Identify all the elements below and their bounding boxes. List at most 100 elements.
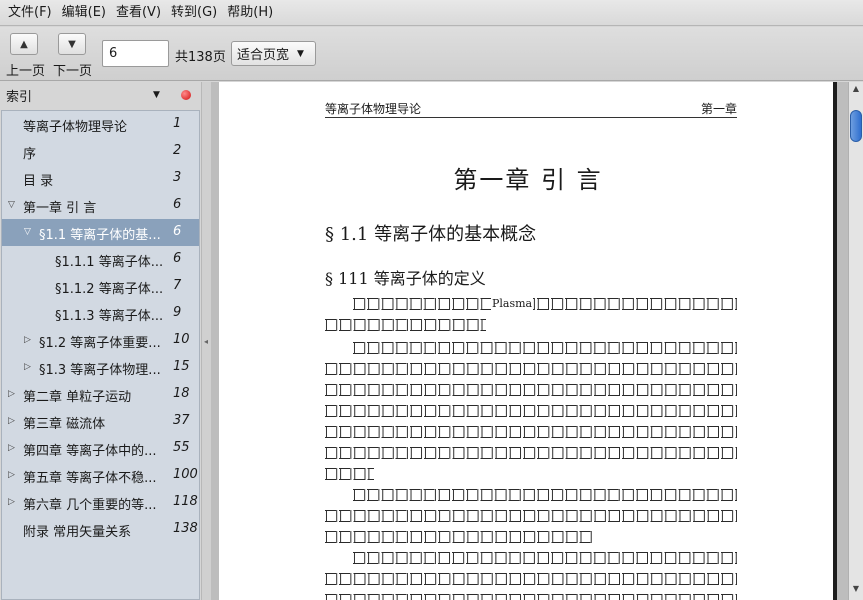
toc-item[interactable]: §1.1.2 等离子体... 7 [2,273,199,300]
next-page-button[interactable]: ▼ [58,33,86,55]
toc-item[interactable]: 附录 常用矢量关系 138 [2,516,199,543]
menu-view[interactable]: 查看(V) [112,0,165,26]
menu-help[interactable]: 帮助(H) [223,0,277,26]
toc-item-page: 2 [173,143,182,158]
vertical-scrollbar[interactable]: ▲ ▼ [848,82,863,600]
toc-item[interactable]: ▷ 第六章 几个重要的等... 118 [2,489,199,516]
toc-item[interactable]: 等离子体物理导论 1 [2,111,199,138]
inline-english-word: Plasma [491,296,534,311]
toc-item-page: 37 [173,413,190,428]
toc-item-title: 第四章 等离子体中的... [23,444,157,459]
toc-item-page: 55 [173,440,190,455]
toc-item-page: 6 [173,224,182,239]
sidebar-panel-selector[interactable]: 索引 ▼ [0,82,201,109]
page-number-input[interactable]: 6 [102,40,169,67]
text-line [325,466,374,480]
triangle-collapsed-icon[interactable]: ▷ [8,497,15,507]
text-glyphs [325,573,737,585]
section-title: § 1.1 等离子体的基本概念 [325,224,537,245]
text-glyphs [325,405,737,417]
text-glyphs [325,319,486,331]
close-icon[interactable] [181,90,191,100]
toc-item-title: 序 [23,147,37,162]
toc-item-page: 10 [173,332,190,347]
running-head-left: 等离子体物理导论 [325,102,422,116]
toc-item-title: 第六章 几个重要的等... [23,498,157,513]
text-glyphs [325,447,737,459]
text-line [325,508,737,522]
text-line [325,361,737,375]
toc-item[interactable]: 目 录 3 [2,165,199,192]
triangle-collapsed-icon[interactable]: ▷ [8,389,15,399]
text-glyphs [353,342,737,354]
toc-item[interactable]: ▷ 第五章 等离子体不稳... 100 [2,462,199,489]
triangle-expanded-icon[interactable]: ▽ [24,227,31,237]
triangle-collapsed-icon[interactable]: ▷ [8,470,15,480]
toc-item-page: 118 [173,494,198,509]
text-glyphs [325,468,374,480]
chevron-down-icon[interactable]: ▼ [153,90,160,100]
text-line [325,317,486,331]
running-head-right: 第一章 [700,102,737,116]
scroll-up-icon[interactable]: ▲ [850,84,862,96]
toc-item-title: 第三章 磁流体 [23,417,106,432]
prev-page-button[interactable]: ▲ [10,33,38,55]
text-line [325,382,737,396]
toc-item[interactable]: ▽ 第一章 引 言 6 [2,192,199,219]
zoom-select[interactable]: 适合页宽 ▼ [231,41,316,66]
running-head: 等离子体物理导论 第一章 [325,100,737,118]
grip-icon: ◂ [204,337,209,346]
toc-item-title: 第一章 引 言 [23,201,97,216]
chapter-title: 第一章 引 言 [453,166,603,194]
document-page: 等离子体物理导论 第一章 第一章 引 言 § 1.1 等离子体的基本概念 § 1… [219,82,837,600]
scroll-down-icon[interactable]: ▼ [850,584,862,596]
text-glyphs [325,594,737,600]
toc-item-page: 9 [173,305,182,320]
toc-item-title: 目 录 [23,174,54,189]
triangle-up-icon: ▲ [20,38,28,50]
toc-item[interactable]: §1.1.3 等离子体... 9 [2,300,199,327]
menu-file[interactable]: 文件(F) [4,0,56,26]
toc-item[interactable]: ▷ 第二章 单粒子运动 18 [2,381,199,408]
toc-item[interactable]: ▷ §1.3 等离子体物理... 15 [2,354,199,381]
toc-item[interactable]: §1.1.1 等离子体... 6 [2,246,199,273]
menu-go[interactable]: 转到(G) [167,0,221,26]
text-glyphs [353,298,737,310]
document-view[interactable]: 等离子体物理导论 第一章 第一章 引 言 § 1.1 等离子体的基本概念 § 1… [211,82,848,600]
toc-item-page: 6 [173,197,182,212]
triangle-collapsed-icon[interactable]: ▷ [24,362,31,372]
sidebar-splitter[interactable]: ◂ [201,82,211,600]
toc-item[interactable]: ▷ 第三章 磁流体 37 [2,408,199,435]
next-page-label: 下一页 [53,64,93,79]
text-line [325,403,737,417]
triangle-collapsed-icon[interactable]: ▷ [8,443,15,453]
text-glyphs [325,363,737,375]
sidebar: 索引 ▼ 等离子体物理导论 1 序 2 目 录 3 ▽ 第一章 引 言 6 ▽ §1.1 等离子体的… [0,82,201,600]
toc-item[interactable]: 序2 [2,138,199,165]
menu-bar: 文件(F) 编辑(E) 查看(V) 转到(G) 帮助(H) [0,0,863,26]
prev-page-label: 上一页 [6,64,46,79]
scrollbar-thumb[interactable] [850,110,862,142]
toc-item-title: §1.1.2 等离子体... [55,282,164,297]
zoom-select-value: 适合页宽 [237,48,290,63]
toc-tree[interactable]: 等离子体物理导论 1 序 2 目 录 3 ▽ 第一章 引 言 6 ▽ §1.1 等离子体的基... 6… [1,110,200,600]
chevron-down-icon: ▼ [297,48,304,59]
triangle-expanded-icon[interactable]: ▽ [8,200,15,210]
text-line [353,340,737,354]
text-glyphs [353,552,737,564]
toc-item-title: 附录 常用矢量关系 [23,525,132,540]
triangle-collapsed-icon[interactable]: ▷ [24,335,31,345]
toc-item-title: 第五章 等离子体不稳... [23,471,157,486]
text-line [353,487,737,501]
menu-edit[interactable]: 编辑(E) [58,0,110,26]
triangle-down-icon: ▼ [68,38,76,50]
text-line [325,424,737,438]
toc-item-title: §1.1 等离子体的基... [39,228,161,243]
toc-item-page: 1 [173,116,182,131]
toc-item[interactable]: ▽ §1.1 等离子体的基... 6 [2,219,199,246]
toc-item[interactable]: ▷ 第四章 等离子体中的... 55 [2,435,199,462]
text-line [325,592,737,600]
triangle-collapsed-icon[interactable]: ▷ [8,416,15,426]
subsection-title: § 111 等离子体的定义 [325,269,486,288]
toc-item[interactable]: ▷ §1.2 等离子体重要... 10 [2,327,199,354]
